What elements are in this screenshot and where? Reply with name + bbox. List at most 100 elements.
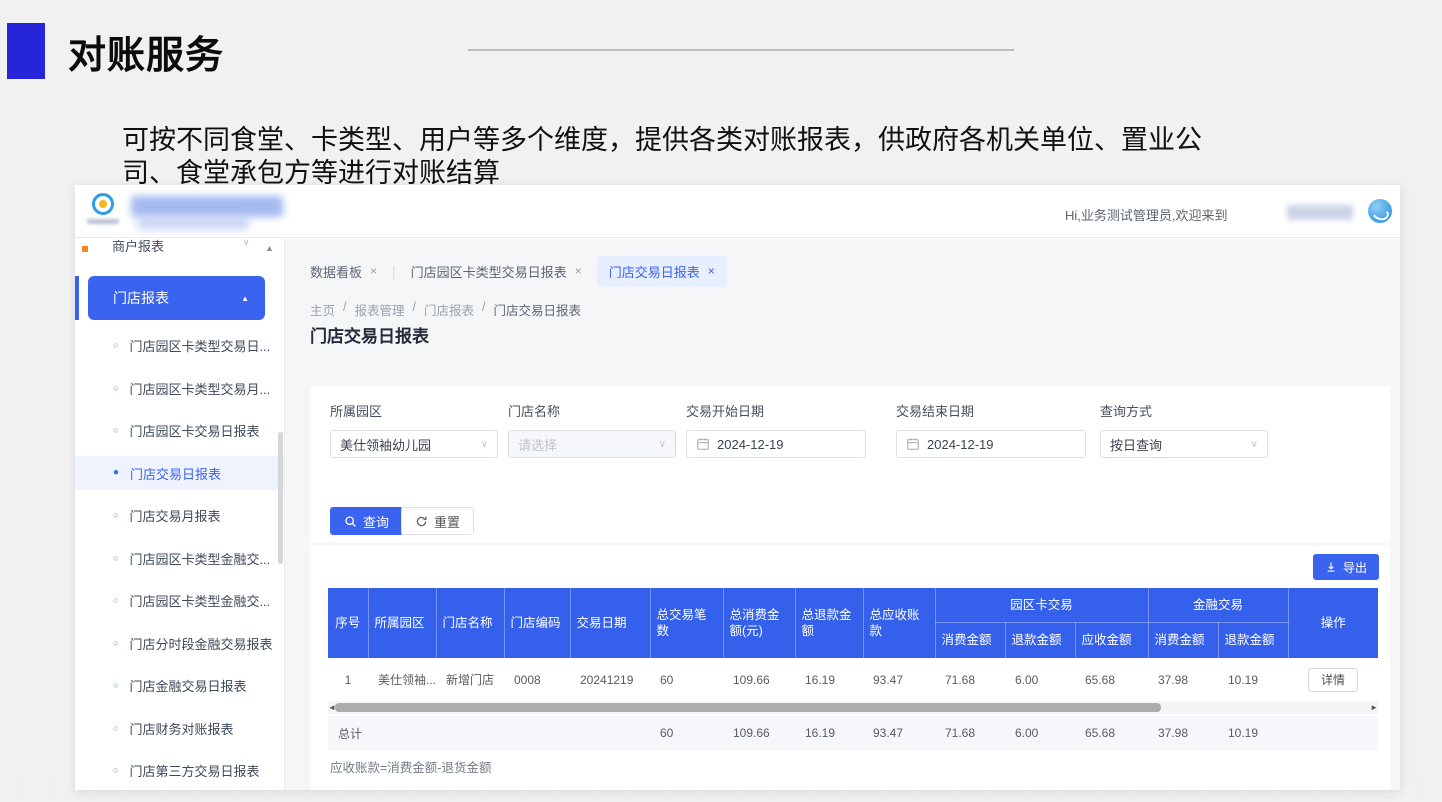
table-panel: 导出 序号 所属园区 门店名称: [310, 545, 1390, 790]
sidebar-item-label: 门店金融交易日报表: [129, 676, 246, 695]
sidebar-item[interactable]: ○门店财务对账报表: [75, 711, 285, 745]
filter-park: 所属园区 美仕领袖幼儿园 ∨: [330, 401, 498, 458]
cell-total-count: 60: [650, 658, 723, 701]
sidebar-item-merchant-report[interactable]: 商户报表 ∨: [75, 239, 285, 259]
horizontal-scrollbar[interactable]: ◄ ►: [328, 701, 1378, 714]
user-greeting: Hi,业务测试管理员,欢迎来到: [1065, 205, 1228, 224]
tab-dashboard[interactable]: 数据看板 ×: [310, 262, 377, 281]
sidebar: ▲ 商户报表 ∨ 门店报表 ▲ ○门店园区卡类型交易日... ○门店园区卡类型交…: [75, 239, 285, 790]
sidebar-item-label: 门店园区卡交易日报表: [129, 421, 259, 440]
avatar[interactable]: [1368, 199, 1392, 223]
app-logo-icon: [92, 193, 114, 215]
sidebar-item-label: 门店第三方交易日报表: [129, 761, 259, 780]
sidebar-item-label: 门店交易日报表: [130, 464, 221, 483]
cell-total-consume: 109.66: [723, 658, 795, 701]
sidebar-item-label: 门店交易月报表: [129, 506, 220, 525]
tab-label: 门店园区卡类型交易日报表: [411, 262, 567, 281]
sidebar-item-label: 门店分时段金融交易报表: [129, 634, 272, 653]
chevron-down-icon: ∨: [1251, 439, 1258, 450]
sidebar-item[interactable]: ○ 门店第三方交易日报表: [75, 753, 285, 787]
scrollbar-thumb[interactable]: [335, 703, 1161, 712]
totals-row: 总计 60 109.66 16.19 93.47 71.68 6.00 65.6…: [328, 716, 1378, 750]
breadcrumb-current: 门店交易日报表: [494, 300, 582, 319]
start-date-input[interactable]: 2024-12-19: [686, 430, 866, 458]
tab-separator: |: [392, 263, 396, 279]
sidebar-item[interactable]: ○ 门店金融交易日报表: [75, 668, 285, 702]
tab-label: 数据看板: [310, 262, 362, 281]
park-select[interactable]: 美仕领袖幼儿园 ∨: [330, 430, 498, 458]
cell-action: 详情: [1288, 658, 1378, 701]
export-button-label: 导出: [1343, 559, 1367, 576]
col-total-refund: 总退款金额: [795, 588, 863, 658]
date-value: 2024-12-19: [927, 437, 994, 452]
filter-label: 交易开始日期: [686, 401, 866, 420]
col-finance-refund: 退款金额: [1218, 622, 1288, 658]
breadcrumb-item[interactable]: 主页: [310, 300, 335, 319]
filter-panel: 所属园区 美仕领袖幼儿园 ∨ 门店名称 请选择 ∨ 交易开始日期: [310, 386, 1390, 543]
app-logo-caption-blur: [87, 219, 119, 224]
circle-bullet-icon: ○: [113, 596, 118, 605]
sidebar-scrollbar[interactable]: [278, 432, 283, 564]
breadcrumb-separator: /: [413, 300, 416, 319]
query-mode-select[interactable]: 按日查询 ∨: [1100, 430, 1268, 458]
export-button[interactable]: 导出: [1313, 554, 1379, 580]
detail-button[interactable]: 详情: [1308, 668, 1358, 692]
circle-bullet-icon: ○: [113, 639, 118, 648]
circle-bullet-icon: ○: [113, 681, 118, 690]
cell-trade-date: 20241219: [570, 658, 650, 701]
table-row: 1 美仕领袖... 新增门店 0008 20241219 60 109.66 1…: [328, 658, 1378, 701]
sidebar-item[interactable]: ○ 门店交易月报表: [75, 498, 285, 532]
filter-query-mode: 查询方式 按日查询 ∨: [1100, 401, 1268, 458]
col-finance-consume: 消费金额: [1148, 622, 1218, 658]
close-icon[interactable]: ×: [575, 264, 582, 278]
chevron-down-icon: ∨: [481, 439, 488, 450]
col-total-count: 总交易笔数: [650, 588, 723, 658]
sidebar-item[interactable]: ○门店园区卡类型交易月...: [75, 371, 285, 405]
sidebar-item[interactable]: ○ 门店分时段金融交易报表: [75, 626, 285, 660]
circle-bullet-icon: ○: [113, 766, 118, 775]
circle-bullet-icon: ○: [113, 511, 118, 520]
tab-park-card-daily[interactable]: 门店园区卡类型交易日报表 ×: [411, 262, 582, 281]
breadcrumb-item[interactable]: 门店报表: [424, 300, 474, 319]
breadcrumb-separator: /: [343, 300, 346, 319]
breadcrumb-item[interactable]: 报表管理: [355, 300, 405, 319]
org-name-blur: [131, 196, 283, 217]
totals-park-refund: 6.00: [1005, 716, 1075, 750]
totals-total-receivable: 93.47: [863, 716, 935, 750]
sidebar-item[interactable]: ○门店园区卡交易日报表: [75, 413, 285, 447]
tab-store-daily-active[interactable]: 门店交易日报表 ×: [597, 256, 727, 287]
col-store-code: 门店编码: [504, 588, 570, 658]
chevron-down-icon: ∨: [659, 439, 666, 450]
filter-label: 交易结束日期: [896, 401, 1086, 420]
sidebar-item-active[interactable]: ● 门店交易日报表: [75, 456, 285, 490]
close-icon[interactable]: ×: [708, 264, 715, 278]
org-subname-blur: [137, 216, 249, 230]
sidebar-item[interactable]: ○门店园区卡类型金融交...: [75, 541, 285, 575]
sidebar-item[interactable]: ○门店园区卡类型金融交...: [75, 583, 285, 617]
query-button[interactable]: 查询: [330, 507, 403, 535]
title-accent-bar: [7, 23, 45, 79]
dot-bullet-icon: ●: [113, 468, 119, 478]
cell-finance-refund: 10.19: [1218, 658, 1288, 701]
cell-store-name: 新增门店: [436, 658, 504, 701]
close-icon[interactable]: ×: [370, 264, 377, 278]
cell-park-refund: 6.00: [1005, 658, 1075, 701]
page-title: 门店交易日报表: [310, 322, 429, 347]
reset-button[interactable]: 重置: [401, 507, 474, 535]
totals-total-count: 60: [650, 716, 723, 750]
circle-bullet-icon: ○: [113, 554, 118, 563]
sidebar-group-store-report[interactable]: 门店报表 ▲: [88, 276, 265, 320]
title-divider: [468, 49, 1014, 51]
scroll-right-icon[interactable]: ►: [1370, 702, 1378, 713]
end-date-input[interactable]: 2024-12-19: [896, 430, 1086, 458]
store-name-select[interactable]: 请选择 ∨: [508, 430, 676, 458]
circle-bullet-icon: ○: [113, 384, 118, 393]
col-park-consume: 消费金额: [935, 622, 1005, 658]
report-table: 序号 所属园区 门店名称 门店编码 交易日期 总交易笔数 总消费金额(元) 总退…: [328, 588, 1378, 702]
sidebar-active-accent-bar: [75, 276, 79, 320]
sidebar-item[interactable]: ○门店园区卡类型交易日...: [75, 328, 285, 362]
col-park-refund: 退款金额: [1005, 622, 1075, 658]
calendar-icon: [696, 437, 710, 451]
select-value: 按日查询: [1110, 435, 1162, 454]
col-store-name: 门店名称: [436, 588, 504, 658]
